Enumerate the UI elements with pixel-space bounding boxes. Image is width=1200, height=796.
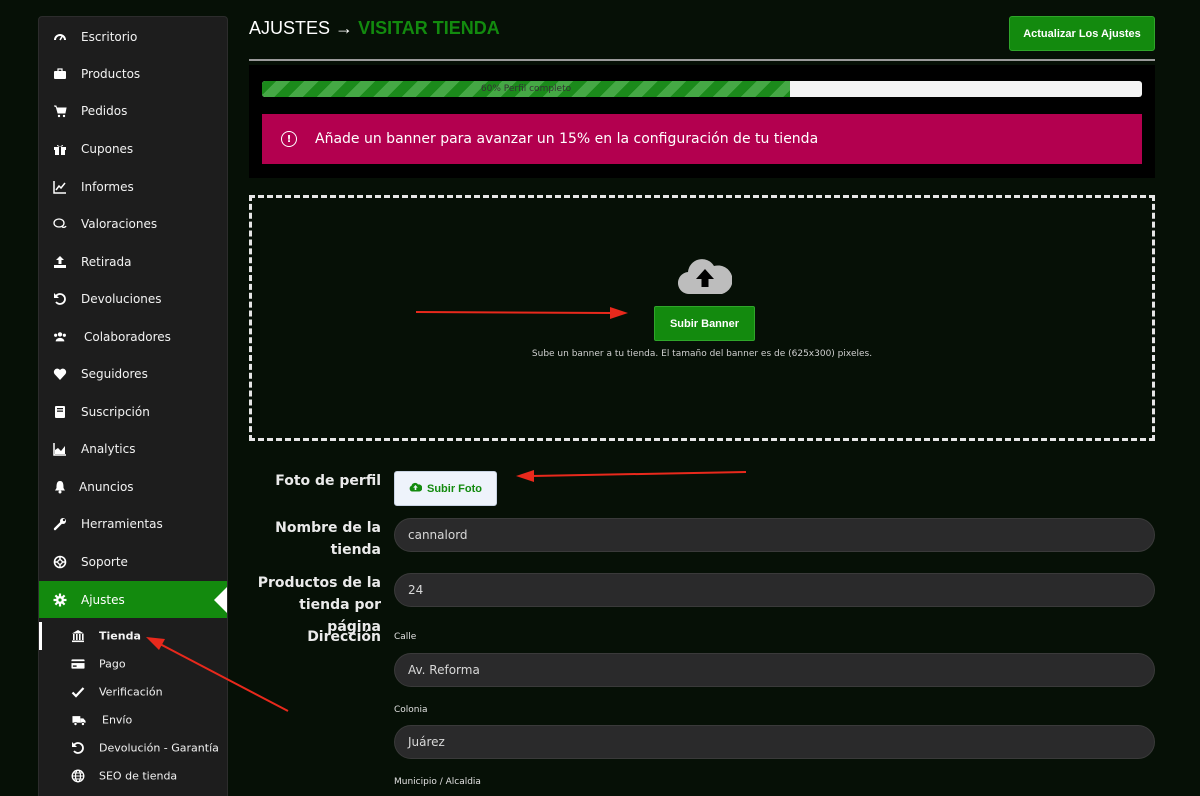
profile-progress-panel: 60% Perfil completo ! Añade un banner pa… xyxy=(249,65,1155,178)
submenu-item-tienda[interactable]: Tienda xyxy=(39,622,227,650)
sidebar-item-label: Soporte xyxy=(81,554,128,569)
sidebar-item-ajustes[interactable]: Ajustes xyxy=(39,581,227,618)
sidebar-item-label: Pedidos xyxy=(81,103,128,118)
progress-label: 60% Perfil completo xyxy=(480,84,572,94)
active-indicator xyxy=(214,586,227,613)
sidebar-item-cupones[interactable]: Cupones xyxy=(39,130,227,167)
upload-icon xyxy=(53,255,67,269)
annotation-arrow-photo xyxy=(516,470,747,482)
products-per-page-input[interactable]: 24 xyxy=(394,573,1155,607)
sidebar-item-label: Valoraciones xyxy=(81,216,158,231)
heart-icon xyxy=(53,367,67,381)
submenu-item-devolucion-garantia[interactable]: Devolución - Garantía xyxy=(39,734,227,762)
banner-help-text: Sube un banner a tu tienda. El tamaño de… xyxy=(531,349,873,359)
undo-icon xyxy=(53,292,67,306)
sidebar-item-retirada[interactable]: Retirada xyxy=(39,243,227,280)
submenu-item-label: Devolución - Garantía xyxy=(99,741,219,755)
sidebar: Escritorio Productos Pedidos Cupones Inf… xyxy=(38,16,228,796)
briefcase-icon xyxy=(53,67,67,81)
sidebar-item-soporte[interactable]: Soporte xyxy=(39,543,227,580)
sidebar-item-label: Devoluciones xyxy=(81,291,162,306)
chart-line-icon xyxy=(53,180,67,194)
submenu-item-label: Tienda xyxy=(99,629,141,643)
check-icon xyxy=(71,685,85,699)
sidebar-item-productos[interactable]: Productos xyxy=(39,55,227,92)
sidebar-item-colaboradores[interactable]: Colaboradores xyxy=(39,318,227,355)
municipality-label: Municipio / Alcaldia xyxy=(394,777,481,787)
truck-icon xyxy=(72,713,86,727)
alert-text: Añade un banner para avanzar un 15% en l… xyxy=(315,131,819,147)
title-arrow: → xyxy=(335,18,354,38)
globe-icon xyxy=(71,769,85,783)
update-settings-button[interactable]: Actualizar Los Ajustes xyxy=(1009,16,1155,51)
sidebar-item-label: Productos xyxy=(81,66,141,81)
submenu-item-seo[interactable]: SEO de tienda xyxy=(39,762,227,790)
sidebar-item-label: Cupones xyxy=(81,141,134,156)
colony-input[interactable]: Juárez xyxy=(394,725,1155,759)
page-title: AJUSTES → VISITAR TIENDA xyxy=(249,18,500,39)
address-label: Dirección xyxy=(307,629,381,645)
bank-icon xyxy=(71,629,85,643)
cart-icon xyxy=(53,104,67,118)
submenu-item-pago[interactable]: Pago xyxy=(39,650,227,678)
credit-card-icon xyxy=(71,657,85,671)
life-ring-icon xyxy=(53,555,67,569)
upload-banner-button[interactable]: Subir Banner xyxy=(654,306,755,341)
banner-dropzone[interactable]: Subir Banner Sube un banner a tu tienda.… xyxy=(249,195,1155,441)
sidebar-item-pedidos[interactable]: Pedidos xyxy=(39,92,227,129)
cloud-upload-icon xyxy=(409,482,423,495)
submenu-item-envio[interactable]: Envío xyxy=(39,706,227,734)
users-icon xyxy=(53,330,67,344)
alert-circle-icon: ! xyxy=(281,131,297,147)
submenu-item-verificacion[interactable]: Verificación xyxy=(39,678,227,706)
undo-icon xyxy=(71,741,85,755)
submenu-item-label: SEO de tienda xyxy=(99,769,178,783)
profile-progress-bar: 60% Perfil completo xyxy=(262,81,1142,97)
street-input[interactable]: Av. Reforma xyxy=(394,653,1155,687)
visit-store-link[interactable]: VISITAR TIENDA xyxy=(358,18,500,38)
dashboard-icon xyxy=(53,30,67,44)
sidebar-item-escritorio[interactable]: Escritorio xyxy=(39,18,227,55)
sidebar-item-label: Informes xyxy=(81,179,134,194)
area-chart-icon xyxy=(53,442,67,456)
street-label: Calle xyxy=(394,632,417,642)
sidebar-item-analytics[interactable]: Analytics xyxy=(39,430,227,467)
sidebar-item-informes[interactable]: Informes xyxy=(39,168,227,205)
upload-photo-button[interactable]: Subir Foto xyxy=(394,471,497,506)
submenu-item-label: Verificación xyxy=(99,685,163,699)
sidebar-item-suscripcion[interactable]: Suscripción xyxy=(39,393,227,430)
header-divider xyxy=(249,59,1155,61)
sidebar-item-label: Escritorio xyxy=(81,29,138,44)
gift-icon xyxy=(53,142,67,156)
cloud-upload-icon xyxy=(677,256,733,296)
upload-photo-label: Subir Foto xyxy=(427,482,482,495)
book-icon xyxy=(53,405,67,419)
colony-label: Colonia xyxy=(394,705,428,715)
wrench-icon xyxy=(53,517,67,531)
sidebar-item-label: Analytics xyxy=(81,441,136,456)
bell-icon xyxy=(53,480,67,494)
sidebar-item-label: Suscripción xyxy=(81,404,150,419)
sidebar-item-label: Ajustes xyxy=(81,592,125,607)
sidebar-item-label: Herramientas xyxy=(81,516,163,531)
banner-alert: ! Añade un banner para avanzar un 15% en… xyxy=(262,114,1142,164)
sidebar-item-devoluciones[interactable]: Devoluciones xyxy=(39,280,227,317)
store-name-input[interactable]: cannalord xyxy=(394,518,1155,552)
sidebar-item-label: Retirada xyxy=(81,254,132,269)
profile-photo-label: Foto de perfil xyxy=(275,473,381,489)
submenu-item-label: Envío xyxy=(102,713,133,727)
page-title-text: AJUSTES xyxy=(249,18,331,38)
gear-icon xyxy=(53,593,67,607)
submenu-item-label: Pago xyxy=(99,657,126,671)
comments-icon xyxy=(53,217,67,231)
sidebar-item-label: Seguidores xyxy=(81,366,148,381)
sidebar-item-label: Colaboradores xyxy=(84,329,171,344)
sidebar-item-label: Anuncios xyxy=(79,479,134,494)
store-name-label: Nombre de la tienda xyxy=(275,520,381,558)
sidebar-item-valoraciones[interactable]: Valoraciones xyxy=(39,205,227,242)
sidebar-item-seguidores[interactable]: Seguidores xyxy=(39,355,227,392)
sidebar-item-anuncios[interactable]: Anuncios xyxy=(39,468,227,505)
sidebar-item-herramientas[interactable]: Herramientas xyxy=(39,505,227,542)
